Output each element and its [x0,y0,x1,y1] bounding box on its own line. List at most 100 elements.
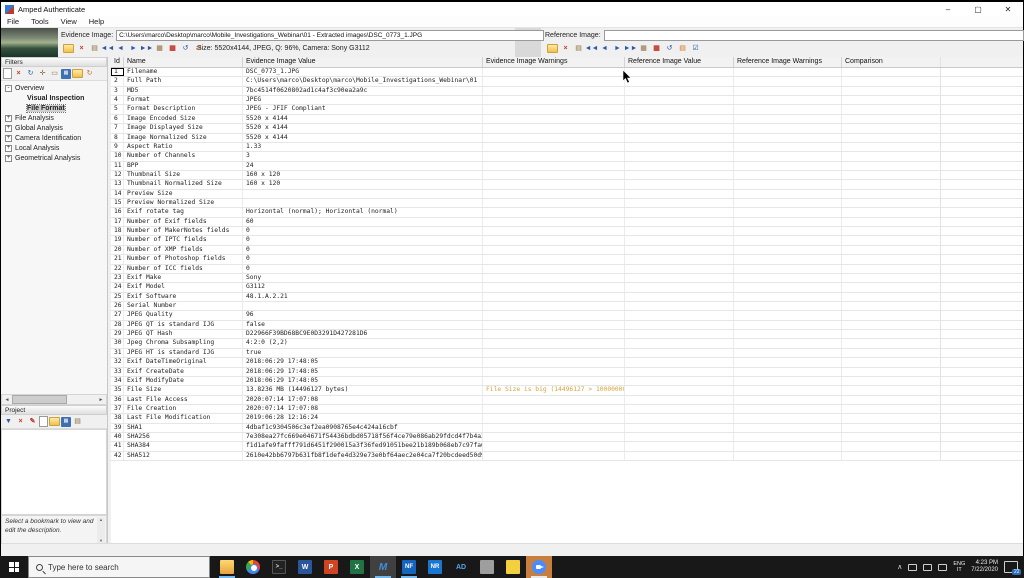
cell-name[interactable]: Number of XMP fields [124,245,243,255]
cell-reference-warning[interactable] [734,311,842,320]
table-row[interactable]: 14 Preview Size [111,189,1023,200]
cell-evidence-value[interactable]: 7bc4514f0620802ad1c4af3c90ea2a9c [243,86,483,96]
cell-evidence-value[interactable]: Horizontal (normal); Horizontal (normal) [243,208,483,217]
table-row[interactable]: 1 Filename DSC_0773_1.JPG [111,68,1023,78]
cell-name[interactable]: Exif Make [124,273,243,283]
project-toolbar-icon[interactable] [49,417,60,426]
cell-reference-warning[interactable] [734,423,842,433]
cell-name[interactable]: Number of IPTC fields [124,236,243,245]
cell-reference-warning[interactable] [734,386,842,395]
table-row[interactable]: 42 SHA512 2610e42bb6797b631fb8f1defe4d32… [111,451,1023,462]
cell-evidence-warning[interactable] [483,451,625,461]
table-row[interactable]: 10 Number of Channels 3 [111,152,1023,162]
table-row[interactable]: 34 Exif ModifyDate 2018:06:29 17:48:05 [111,376,1023,387]
cell-evidence-value[interactable]: 7e308ea27fc669e04671f54436bdbd05718f56f4… [243,433,483,442]
cell-evidence-value[interactable]: 5520 x 4144 [243,124,483,133]
cell-evidence-warning[interactable] [483,86,625,96]
cell-id[interactable]: 6 [111,114,124,124]
reference-path-input[interactable] [603,30,1024,41]
cell-comparison[interactable] [842,77,941,86]
notification-icon[interactable]: 22 [1004,561,1021,575]
tree-expander-icon[interactable]: + [5,134,12,142]
cell-reference-value[interactable] [625,189,734,199]
cell-reference-warning[interactable] [734,96,842,105]
description-scrollbar[interactable]: ▲ ▼ [97,517,105,543]
cell-id[interactable]: 15 [111,199,124,208]
cell-evidence-value[interactable]: 4dbaf1c9304506c3ef2ea0908765e4c424a16cbf [243,423,483,433]
cell-comparison[interactable] [842,86,941,96]
table-row[interactable]: 19 Number of IPTC fields 0 [111,236,1023,246]
filters-toolbar-icon[interactable]: × [13,68,24,79]
tree-item[interactable]: + File Analysis [1,113,107,123]
cell-id[interactable]: 23 [111,273,124,283]
cell-id[interactable]: 7 [111,124,124,133]
project-toolbar-icon[interactable]: ▦ [61,416,71,427]
cell-name[interactable]: Thumbnail Size [124,170,243,180]
cell-evidence-warning[interactable] [483,68,625,77]
cell-id[interactable]: 10 [111,152,124,161]
cell-id[interactable]: 5 [111,105,124,114]
cell-name[interactable]: Exif rotate tag [124,208,243,217]
column-header-comparison[interactable]: Comparison [842,57,941,67]
cell-evidence-warning[interactable] [483,77,625,86]
cell-reference-value[interactable] [625,339,734,348]
filters-toolbar-icon[interactable]: ↻ [25,68,36,79]
cell-id[interactable]: 28 [111,320,124,330]
taskbar-app[interactable]: AD [448,556,474,578]
cell-reference-value[interactable] [625,414,734,423]
cell-name[interactable]: Aspect Ratio [124,142,243,152]
table-row[interactable]: 21 Number of Photoshop fields 0 [111,255,1023,265]
cell-comparison[interactable] [842,301,941,311]
cell-reference-warning[interactable] [734,68,842,77]
cell-reference-value[interactable] [625,301,734,311]
cell-reference-value[interactable] [625,161,734,170]
table-row[interactable]: 39 SHA1 4dbaf1c9304506c3ef2ea0908765e4c4… [111,423,1023,434]
cell-reference-warning[interactable] [734,348,842,358]
cell-evidence-warning[interactable] [483,133,625,142]
cell-evidence-value[interactable]: 160 x 120 [243,180,483,189]
scrollbar-thumb[interactable] [12,395,67,404]
cell-reference-warning[interactable] [734,442,842,451]
taskbar-app[interactable] [500,556,526,578]
cell-evidence-value[interactable]: 0 [243,236,483,245]
cell-id[interactable]: 9 [111,142,124,152]
cell-id[interactable]: 35 [111,386,124,395]
cell-reference-value[interactable] [625,86,734,96]
cell-name[interactable]: Format [124,96,243,105]
cell-evidence-value[interactable] [243,199,483,208]
toolbar-icon[interactable]: × [76,43,87,54]
cell-evidence-warning[interactable] [483,208,625,217]
table-row[interactable]: 25 Exif Software 48.1.A.2.21 [111,292,1023,302]
cell-evidence-value[interactable]: 0 [243,245,483,255]
cell-evidence-warning[interactable] [483,433,625,442]
cell-reference-warning[interactable] [734,451,842,461]
cell-name[interactable]: Preview Size [124,189,243,199]
table-row[interactable]: 37 File Creation 2020:07:14 17:07:08 [111,404,1023,415]
cell-reference-value[interactable] [625,170,734,180]
tree-item[interactable]: + Camera Identification [1,133,107,143]
filters-toolbar-icon[interactable]: ▦ [61,68,71,79]
cell-evidence-warning[interactable] [483,227,625,236]
cell-comparison[interactable] [842,311,941,320]
project-toolbar-icon[interactable]: × [15,416,26,427]
project-toolbar-icon[interactable]: ▼ [3,416,14,427]
cell-evidence-warning[interactable] [483,255,625,264]
cell-id[interactable]: 32 [111,358,124,367]
cell-name[interactable]: Jpeg Chroma Subsampling [124,339,243,348]
tree-expander-icon[interactable]: + [5,154,12,162]
cell-evidence-warning[interactable] [483,404,625,414]
cell-evidence-warning[interactable] [483,376,625,386]
cell-name[interactable]: Image Encoded Size [124,114,243,124]
cell-reference-value[interactable] [625,245,734,255]
menu-item[interactable]: File [1,17,25,26]
cell-evidence-value[interactable]: DSC_0773_1.JPG [243,68,483,77]
cell-reference-value[interactable] [625,180,734,189]
cell-evidence-value[interactable]: 3 [243,152,483,161]
table-row[interactable]: 6 Image Encoded Size 5520 x 4144 [111,114,1023,125]
cell-name[interactable]: Exif ModifyDate [124,376,243,386]
cell-comparison[interactable] [842,189,941,199]
cell-reference-value[interactable] [625,292,734,301]
cell-comparison[interactable] [842,395,941,404]
cell-comparison[interactable] [842,358,941,367]
camera-tray-icon[interactable] [908,563,918,571]
